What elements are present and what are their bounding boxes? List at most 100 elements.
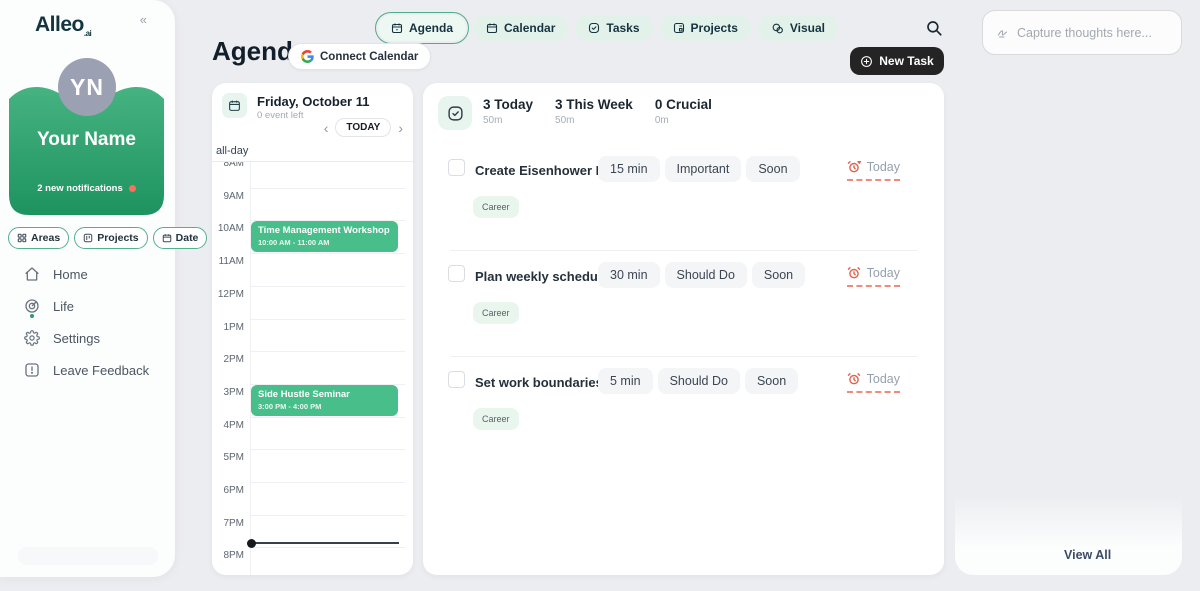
current-time-indicator[interactable] (251, 542, 399, 544)
calendar-event[interactable]: Side Hustle Seminar 3:00 PM - 4:00 PM (251, 385, 398, 416)
priority-badge[interactable]: Should Do (658, 368, 740, 394)
task-badges: 30 min Should Do Soon (598, 262, 805, 288)
stat-crucial-value: 0 Crucial (655, 97, 712, 112)
task-title[interactable]: Set work boundaries (475, 375, 603, 390)
filter-projects-button[interactable]: Projects (74, 227, 147, 249)
hour-label: 7PM (212, 518, 244, 529)
sidebar-item-leave-feedback-label: Leave Feedback (53, 363, 149, 378)
tab-visual[interactable]: Visual (758, 15, 838, 41)
connect-calendar-button[interactable]: Connect Calendar (288, 43, 431, 70)
when-badge[interactable]: Soon (752, 262, 805, 288)
today-button[interactable]: TODAY (335, 118, 391, 137)
row-divider (450, 356, 917, 357)
hour-label: 5PM (212, 452, 244, 463)
category-tag[interactable]: Career (473, 408, 519, 430)
connect-calendar-label: Connect Calendar (320, 51, 418, 63)
category-tag[interactable]: Career (473, 302, 519, 324)
hour-label: 3PM (212, 387, 244, 398)
notification-dot (129, 185, 136, 192)
hour-label: 8PM (212, 550, 244, 561)
tab-calendar-label: Calendar (504, 21, 555, 35)
sidebar: Alleo.ai « YN Your Name 2 new notificati… (0, 0, 175, 577)
calendar-date-title: Friday, October 11 (257, 94, 369, 109)
next-day-icon[interactable]: › (398, 121, 403, 135)
sidebar-item-life-label: Life (53, 299, 74, 314)
hour-label: 10AM (212, 223, 244, 234)
sidebar-item-home[interactable]: Home (24, 258, 149, 290)
feedback-icon (24, 362, 40, 378)
when-badge[interactable]: Soon (745, 368, 798, 394)
tab-calendar[interactable]: Calendar (473, 15, 568, 41)
filter-projects-label: Projects (97, 232, 138, 244)
notifications-text[interactable]: 2 new notifications (9, 183, 164, 194)
top-navigation: Agenda Calendar Tasks Projects Visual (378, 15, 838, 41)
tasks-check-icon (588, 22, 600, 34)
event-title: Side Hustle Seminar (258, 389, 391, 400)
duration-badge[interactable]: 30 min (598, 262, 660, 288)
hour-line (250, 482, 405, 483)
prev-day-icon[interactable]: ‹ (324, 121, 329, 135)
capture-thoughts-input[interactable] (1017, 26, 1167, 40)
hour-label: 9AM (212, 191, 244, 202)
hour-label: 1PM (212, 322, 244, 333)
event-time: 3:00 PM - 4:00 PM (258, 402, 391, 411)
tab-projects[interactable]: Projects (660, 15, 751, 41)
sidebar-item-life[interactable]: Life (24, 290, 149, 322)
due-indicator[interactable]: Today (847, 266, 900, 287)
task-stats: 3 Today 50m 3 This Week 50m 0 Crucial 0m (483, 97, 712, 126)
hour-line (250, 449, 405, 450)
hour-label: 6PM (212, 485, 244, 496)
projects-icon (673, 22, 685, 34)
hour-line (250, 547, 405, 548)
duration-badge[interactable]: 5 min (598, 368, 653, 394)
app-logo: Alleo.ai (35, 13, 91, 38)
alarm-icon (847, 160, 861, 174)
sidebar-footer (18, 547, 158, 565)
areas-grid-icon (17, 233, 27, 243)
calendar-panel: Friday, October 11 0 event left ‹ TODAY … (212, 83, 413, 575)
filter-areas-button[interactable]: Areas (8, 227, 69, 249)
sidebar-item-leave-feedback[interactable]: Leave Feedback (24, 354, 149, 386)
view-all-link[interactable]: View All (1064, 548, 1111, 562)
hour-line (250, 319, 405, 320)
tab-projects-label: Projects (691, 21, 738, 35)
task-checkbox[interactable] (448, 265, 465, 282)
due-label: Today (867, 266, 900, 280)
event-time: 10:00 AM - 11:00 AM (258, 238, 391, 247)
task-checkbox[interactable] (448, 371, 465, 388)
hour-label: 2PM (212, 354, 244, 365)
search-icon[interactable] (925, 19, 943, 37)
category-tag[interactable]: Career (473, 196, 519, 218)
when-badge[interactable]: Soon (746, 156, 799, 182)
task-checkbox[interactable] (448, 159, 465, 176)
hour-line (250, 515, 405, 516)
due-indicator[interactable]: Today (847, 372, 900, 393)
task-badges: 5 min Should Do Soon (598, 368, 798, 394)
hour-line (250, 417, 405, 418)
avatar[interactable]: YN (58, 58, 116, 116)
tab-tasks[interactable]: Tasks (575, 15, 652, 41)
sidebar-collapse-icon[interactable]: « (140, 12, 147, 27)
filter-date-button[interactable]: Date (153, 227, 208, 249)
filter-areas-label: Areas (31, 232, 60, 244)
task-title[interactable]: Plan weekly schedule (475, 269, 609, 284)
priority-badge[interactable]: Important (665, 156, 742, 182)
visual-icon (771, 22, 784, 35)
due-indicator[interactable]: Today (847, 160, 900, 181)
stat-today-value: 3 Today (483, 97, 533, 112)
new-task-button[interactable]: New Task (850, 47, 944, 75)
tab-tasks-label: Tasks (606, 21, 639, 35)
alarm-icon (847, 372, 861, 386)
calendar-event[interactable]: Time Management Workshop 10:00 AM - 11:0… (251, 221, 398, 252)
task-row: Set work boundaries 5 min Should Do Soon… (423, 362, 944, 462)
sidebar-item-settings[interactable]: Settings (24, 322, 149, 354)
event-title: Time Management Workshop (258, 225, 391, 236)
duration-badge[interactable]: 15 min (598, 156, 660, 182)
tab-agenda[interactable]: Agenda (378, 15, 466, 41)
sidebar-item-settings-label: Settings (53, 331, 100, 346)
gear-icon (24, 330, 40, 346)
sidebar-filters: Areas Projects Date (8, 227, 207, 249)
task-row: Create Eisenhower Matrix 15 min Importan… (423, 150, 944, 250)
priority-badge[interactable]: Should Do (665, 262, 747, 288)
row-divider (450, 250, 917, 251)
